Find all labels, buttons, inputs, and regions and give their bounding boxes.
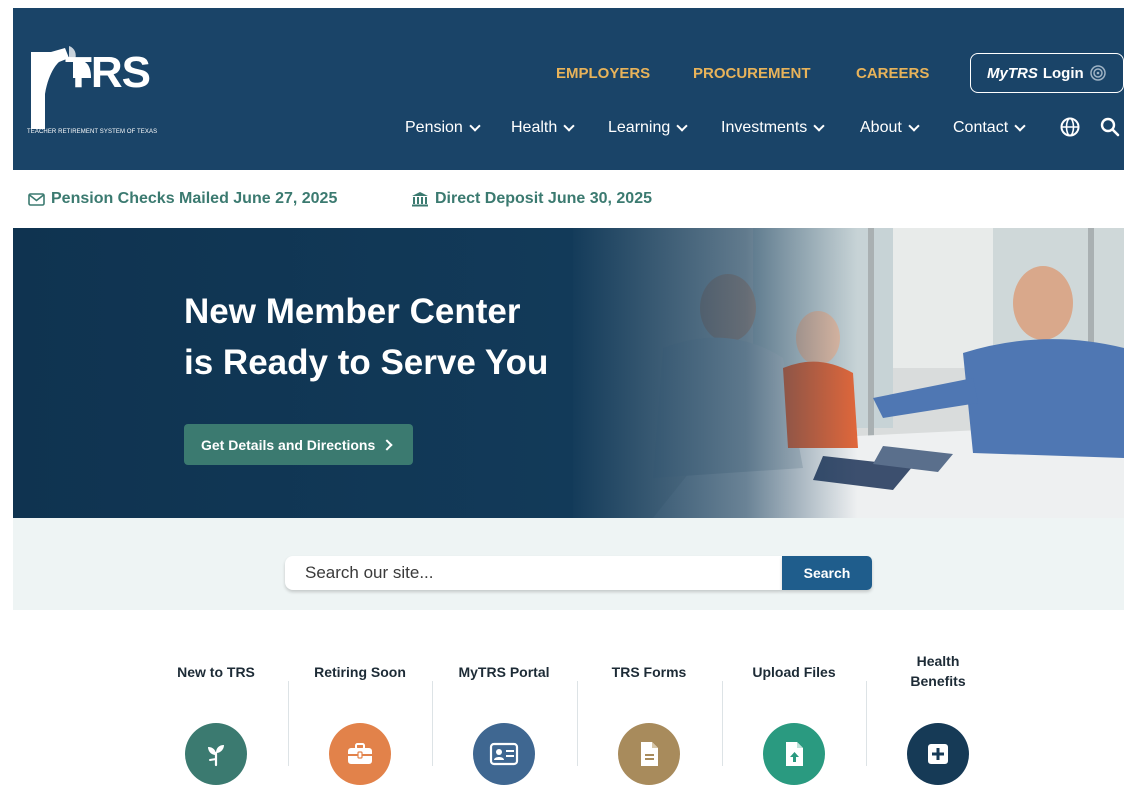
quicklink-upload-files[interactable]: Upload Files (722, 610, 866, 791)
nav-learning[interactable]: Learning (608, 119, 688, 137)
quicklink-label: Retiring Soon (314, 664, 406, 680)
quicklink-trs-forms[interactable]: TRS Forms (577, 610, 721, 791)
nav-investments-label: Investments (721, 119, 808, 136)
mytrs-login-button[interactable]: MyTRS Login (970, 53, 1124, 93)
site-header: TRS TEACHER RETIREMENT SYSTEM OF TEXAS E… (13, 8, 1124, 170)
direct-deposit-text: Direct Deposit June 30, 2025 (435, 190, 652, 207)
quicklink-divider (722, 681, 723, 766)
quicklink-divider (432, 681, 433, 766)
search-button[interactable]: Search (782, 556, 872, 590)
bank-icon (412, 192, 428, 207)
logo-tagline: TEACHER RETIREMENT SYSTEM OF TEXAS (27, 129, 158, 135)
pension-checks-notice[interactable]: Pension Checks Mailed June 27, 2025 (28, 190, 337, 208)
nav-health[interactable]: Health (511, 119, 575, 137)
file-upload-icon (763, 723, 825, 785)
logo-wordmark: TRS (65, 48, 151, 97)
pension-checks-text: Pension Checks Mailed June 27, 2025 (51, 190, 338, 207)
chevron-down-icon (676, 120, 688, 132)
nav-pension-label: Pension (405, 119, 463, 136)
globe-icon[interactable] (1059, 116, 1081, 138)
quicklink-retiring-soon[interactable]: Retiring Soon (288, 610, 432, 791)
quicklink-label: New to TRS (177, 664, 255, 680)
nav-contact-label: Contact (953, 119, 1009, 136)
get-details-button[interactable]: Get Details and Directions (184, 424, 413, 465)
hero-banner: New Member Center is Ready to Serve You … (13, 228, 1124, 518)
page: TRS TEACHER RETIREMENT SYSTEM OF TEXAS E… (13, 8, 1124, 791)
top-link-careers[interactable]: CAREERS (856, 65, 929, 82)
hero-title-line2: is Ready to Serve You (184, 343, 549, 382)
sprout-icon (185, 723, 247, 785)
notice-bar: Pension Checks Mailed June 27, 2025 Dire… (13, 170, 1124, 228)
nav-investments[interactable]: Investments (721, 119, 825, 137)
quicklink-divider (288, 681, 289, 766)
chevron-right-icon (381, 438, 393, 451)
login-label: Login (1042, 64, 1084, 82)
hero-title: New Member Center is Ready to Serve You (184, 286, 548, 388)
nav-about-label: About (860, 119, 902, 136)
hero-photo (13, 228, 1124, 518)
chevron-down-icon (469, 120, 481, 132)
top-link-employers[interactable]: EMPLOYERS (556, 65, 650, 82)
quicklink-label: TRS Forms (611, 664, 687, 680)
get-details-label: Get Details and Directions (201, 436, 376, 453)
envelope-icon (28, 192, 45, 206)
direct-deposit-notice[interactable]: Direct Deposit June 30, 2025 (411, 190, 652, 208)
login-brand: MyTRS (987, 64, 1038, 82)
quicklink-divider (866, 681, 867, 766)
chevron-down-icon (908, 120, 920, 132)
nav-health-label: Health (511, 119, 558, 136)
quicklink-label: MyTRS Portal (458, 664, 550, 680)
hero-title-line1: New Member Center (184, 292, 521, 331)
nav-contact[interactable]: Contact (953, 119, 1026, 137)
quicklink-label: Upload Files (752, 664, 836, 680)
quicklink-new-to-trs[interactable]: New to TRS (144, 610, 288, 791)
quicklink-divider (577, 681, 578, 766)
document-icon (618, 723, 680, 785)
quicklink-label: Health Benefits (910, 653, 966, 689)
nav-pension[interactable]: Pension (405, 119, 481, 137)
quicklink-mytrs-portal[interactable]: MyTRS Portal (432, 610, 576, 791)
top-link-procurement[interactable]: PROCUREMENT (693, 65, 811, 82)
plus-square-icon (907, 723, 969, 785)
id-card-icon (473, 723, 535, 785)
chevron-down-icon (1014, 120, 1026, 132)
search-band: Search (13, 518, 1124, 610)
briefcase-icon (329, 723, 391, 785)
nav-about[interactable]: About (860, 119, 920, 137)
quicklink-health-benefits[interactable]: Health Benefits (866, 610, 1010, 791)
search-icon[interactable] (1099, 116, 1121, 138)
nav-learning-label: Learning (608, 119, 671, 136)
fingerprint-icon (1089, 65, 1106, 81)
chevron-down-icon (813, 120, 825, 132)
site-search-input[interactable] (285, 556, 782, 590)
chevron-down-icon (563, 120, 575, 132)
quick-links: New to TRS Retiring Soon MyTRS Portal TR… (13, 610, 1124, 791)
